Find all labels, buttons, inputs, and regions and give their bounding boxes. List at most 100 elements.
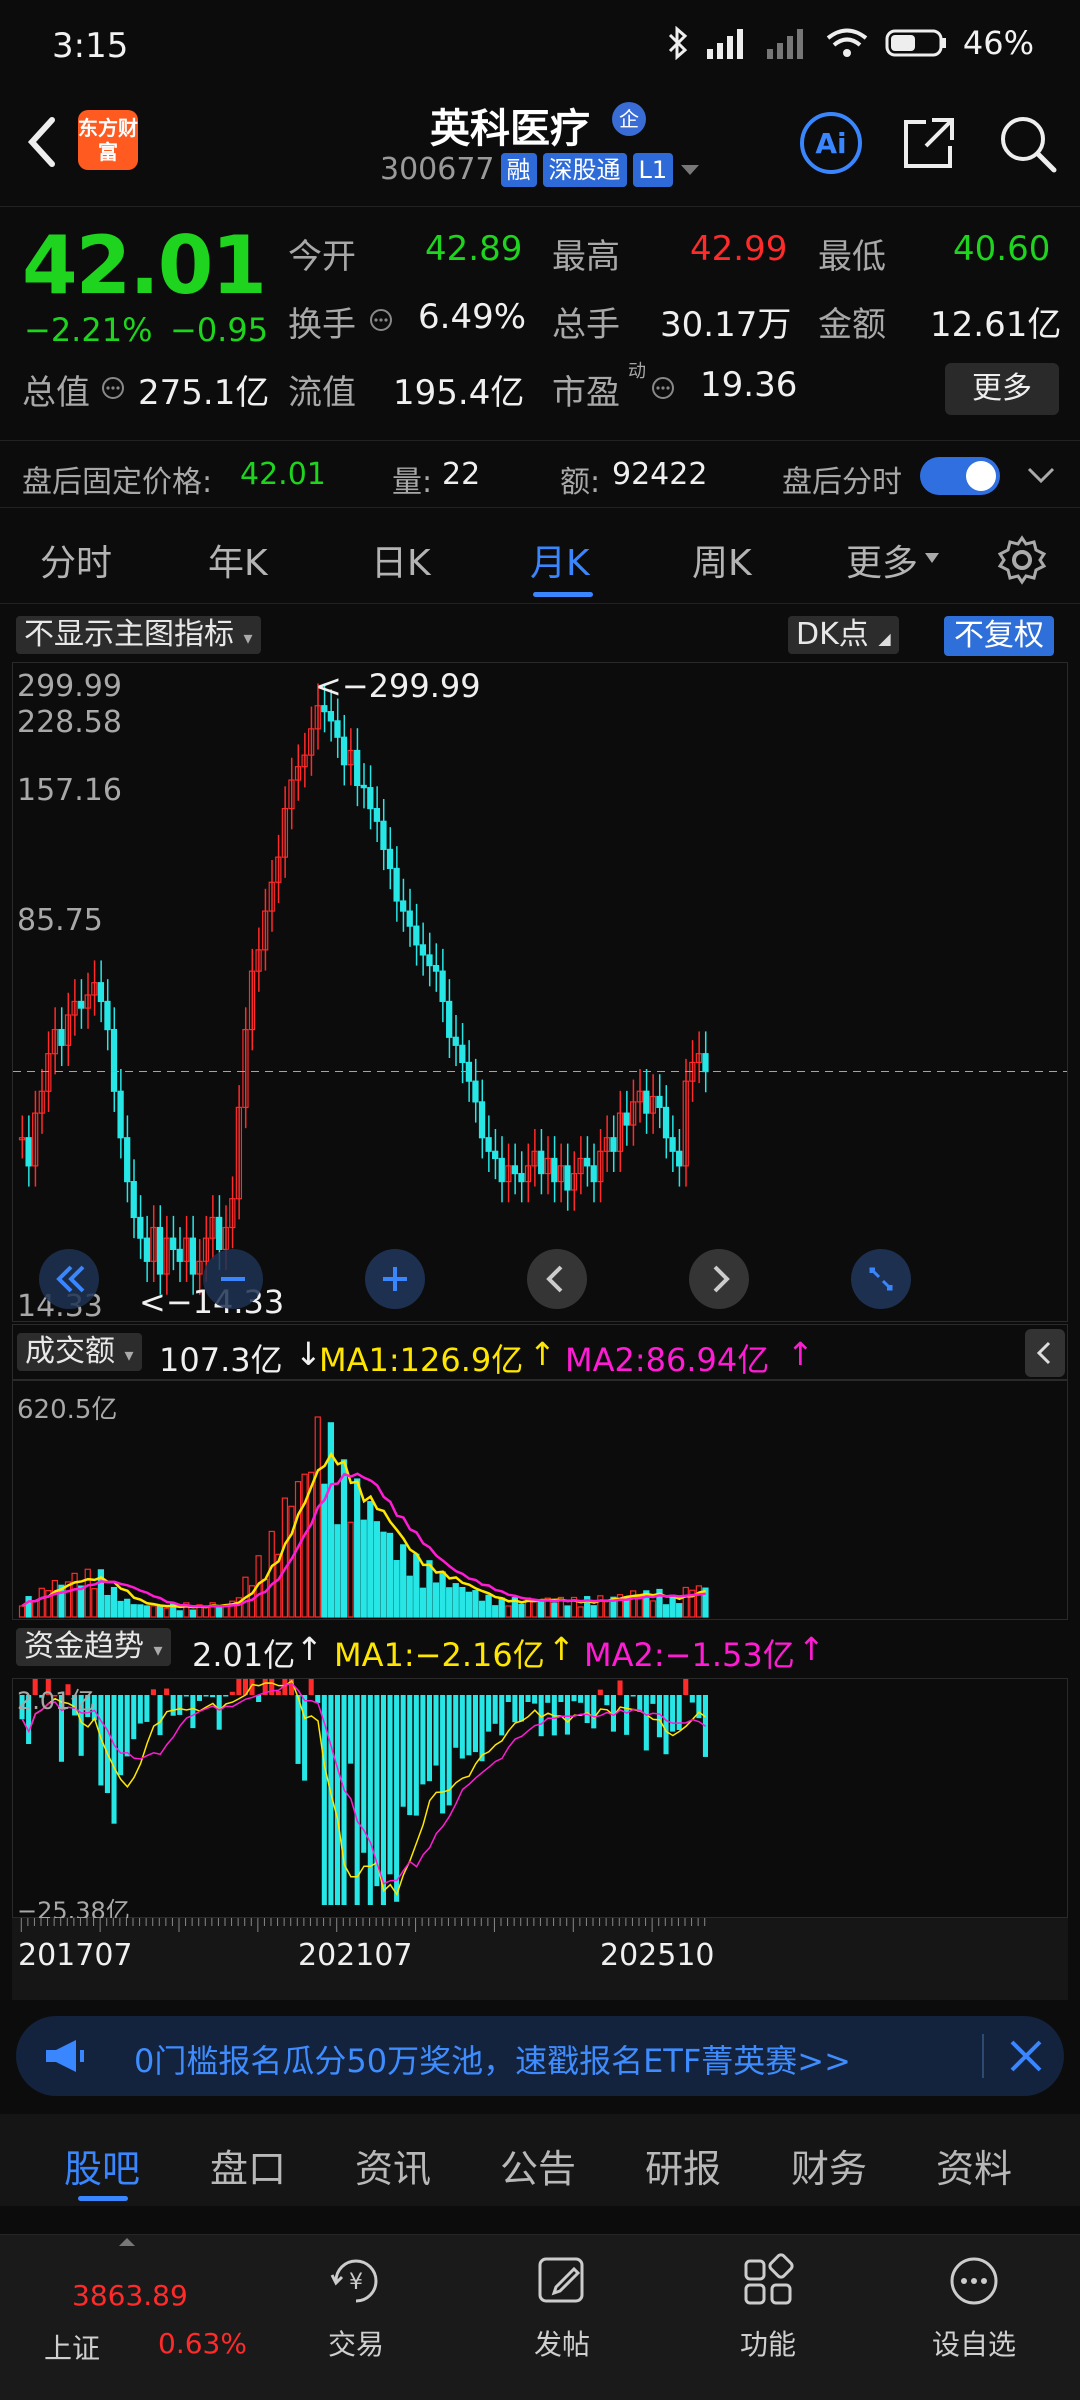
- y-tick-label: 157.16: [17, 773, 122, 808]
- candle-body: [432, 964, 440, 972]
- svg-text:Ai: Ai: [815, 127, 846, 160]
- volume-bar: [695, 1585, 703, 1618]
- volume-indicator-select[interactable]: 成交额 ▾: [17, 1333, 142, 1371]
- after-hours-toggle[interactable]: [920, 457, 1000, 495]
- nav-watchlist[interactable]: 设自选: [914, 2249, 1034, 2363]
- volume-bar: [104, 1594, 111, 1618]
- fund-bar: [689, 1695, 695, 1703]
- info-icon[interactable]: [650, 375, 676, 401]
- tab-guba[interactable]: 股吧: [64, 2138, 140, 2193]
- candle-body: [334, 720, 341, 738]
- nav-trade-label: 交易: [327, 2328, 384, 2361]
- volume-bar: [117, 1600, 124, 1618]
- candle-body: [104, 1000, 111, 1031]
- zoom-out-icon[interactable]: [201, 1247, 265, 1311]
- ai-icon[interactable]: Ai: [798, 110, 864, 176]
- candle-body: [656, 1095, 663, 1109]
- nav-trade[interactable]: ¥ 交易: [296, 2249, 416, 2363]
- back-arrow-icon[interactable]: [22, 112, 62, 172]
- more-button[interactable]: 更多: [945, 363, 1059, 415]
- battery-percent: 46%: [962, 24, 1034, 62]
- fund-svg: [19, 1679, 708, 1905]
- candle-body: [170, 1237, 177, 1251]
- volume-bar: [465, 1591, 473, 1618]
- volume-bar: [669, 1594, 676, 1618]
- battery-icon: [885, 29, 946, 57]
- index-ticker[interactable]: 3863.89 上证 0.63%: [30, 2237, 247, 2387]
- fund-trend-header-row: 资金趋势 ▾ 2.01亿 ↑ MA1:−2.16亿 ↑ MA2:−1.53亿 ↑: [12, 1622, 1068, 1676]
- info-icon[interactable]: [368, 307, 394, 333]
- volume-indicator-label: 成交额: [25, 1334, 115, 1369]
- more-circle-icon: [950, 2257, 998, 2305]
- fund-bar: [564, 1695, 570, 1735]
- adjust-button[interactable]: 不复权: [944, 616, 1054, 656]
- fund-bar: [420, 1695, 426, 1785]
- chevron-down-icon[interactable]: [1026, 465, 1056, 485]
- volume-chart[interactable]: 620.5亿: [12, 1380, 1068, 1620]
- tag-level[interactable]: L1: [632, 152, 674, 187]
- tab-more[interactable]: 更多: [846, 534, 918, 586]
- share-icon[interactable]: [896, 110, 962, 176]
- nav-post[interactable]: 发帖: [502, 2249, 622, 2363]
- candle-body: [459, 1044, 466, 1064]
- tab-profile[interactable]: 资料: [936, 2138, 1012, 2193]
- tab-research[interactable]: 研报: [645, 2138, 721, 2193]
- volume-current: 107.3亿: [159, 1341, 283, 1379]
- fund-bar: [196, 1695, 202, 1701]
- search-icon[interactable]: [994, 110, 1060, 176]
- volume-y-max: 620.5亿: [17, 1395, 118, 1425]
- volume-bar: [649, 1600, 657, 1618]
- tab-monthly-k[interactable]: 月K: [530, 534, 590, 586]
- close-icon[interactable]: [1008, 2038, 1044, 2074]
- volume-bar: [597, 1595, 604, 1618]
- next-icon[interactable]: [687, 1247, 751, 1311]
- volume-ma1-arrow: ↑: [529, 1335, 556, 1373]
- tab-yearly-k[interactable]: 年K: [208, 534, 268, 586]
- tab-weekly-k[interactable]: 周K: [692, 534, 752, 586]
- last-price: 42.01: [22, 219, 267, 312]
- volume-bar: [662, 1604, 670, 1618]
- volume-arrow: ↓: [295, 1335, 322, 1373]
- fund-bar: [98, 1695, 104, 1786]
- tab-order-book[interactable]: 盘口: [210, 2138, 286, 2193]
- candle-body: [386, 848, 394, 870]
- main-indicator-select[interactable]: 不显示主图指标 ▾: [16, 616, 261, 654]
- volume-svg: [18, 1416, 709, 1618]
- kline-chart[interactable]: 299.99 228.58 157.16 85.75 14.33 <−299.9…: [12, 662, 1068, 1324]
- dropdown-caret-icon[interactable]: [679, 163, 701, 177]
- gear-icon[interactable]: [996, 534, 1048, 586]
- tab-announcements[interactable]: 公告: [500, 2138, 576, 2193]
- fund-bar: [453, 1695, 459, 1748]
- prev-icon[interactable]: [525, 1247, 589, 1311]
- collapse-left-icon[interactable]: [1025, 1329, 1065, 1377]
- tab-financials[interactable]: 财务: [791, 2138, 867, 2193]
- promo-banner[interactable]: 0门槛报名瓜分50万奖池，速戳报名ETF菁英赛>>: [16, 2016, 1064, 2096]
- fund-bar: [604, 1695, 610, 1706]
- expand-icon[interactable]: [849, 1247, 913, 1311]
- fund-bar: [440, 1695, 446, 1814]
- candle-body: [367, 787, 374, 810]
- candle-body: [143, 1237, 151, 1262]
- volume-bar: [676, 1603, 683, 1618]
- tab-timeshare[interactable]: 分时: [40, 534, 112, 586]
- main-indicator-label: 不显示主图指标: [24, 617, 234, 652]
- tab-daily-k[interactable]: 日K: [371, 534, 431, 586]
- fund-bar: [118, 1695, 124, 1776]
- volume-bar: [432, 1582, 440, 1618]
- after-hours-vol-label: 量:: [392, 465, 433, 500]
- float-value: 195.4亿: [393, 373, 525, 413]
- volume-bar: [505, 1605, 512, 1618]
- zoom-in-icon[interactable]: [363, 1247, 427, 1311]
- fund-bar: [177, 1695, 183, 1715]
- caret-down-icon[interactable]: [924, 552, 940, 564]
- fund-indicator-select[interactable]: 资金趋势 ▾: [16, 1628, 171, 1666]
- tab-news[interactable]: 资讯: [355, 2138, 431, 2193]
- dk-point-select[interactable]: DK点 ◢: [788, 616, 899, 654]
- info-icon[interactable]: [100, 375, 126, 401]
- fast-back-icon[interactable]: [37, 1247, 101, 1311]
- volume-bar: [400, 1544, 407, 1618]
- fund-trend-chart[interactable]: 2.01亿 −25.38亿: [12, 1678, 1068, 1925]
- stock-subline: 300677 融 深股通 L1: [380, 152, 701, 187]
- candle-body: [216, 1216, 223, 1251]
- nav-functions[interactable]: 功能: [708, 2249, 828, 2363]
